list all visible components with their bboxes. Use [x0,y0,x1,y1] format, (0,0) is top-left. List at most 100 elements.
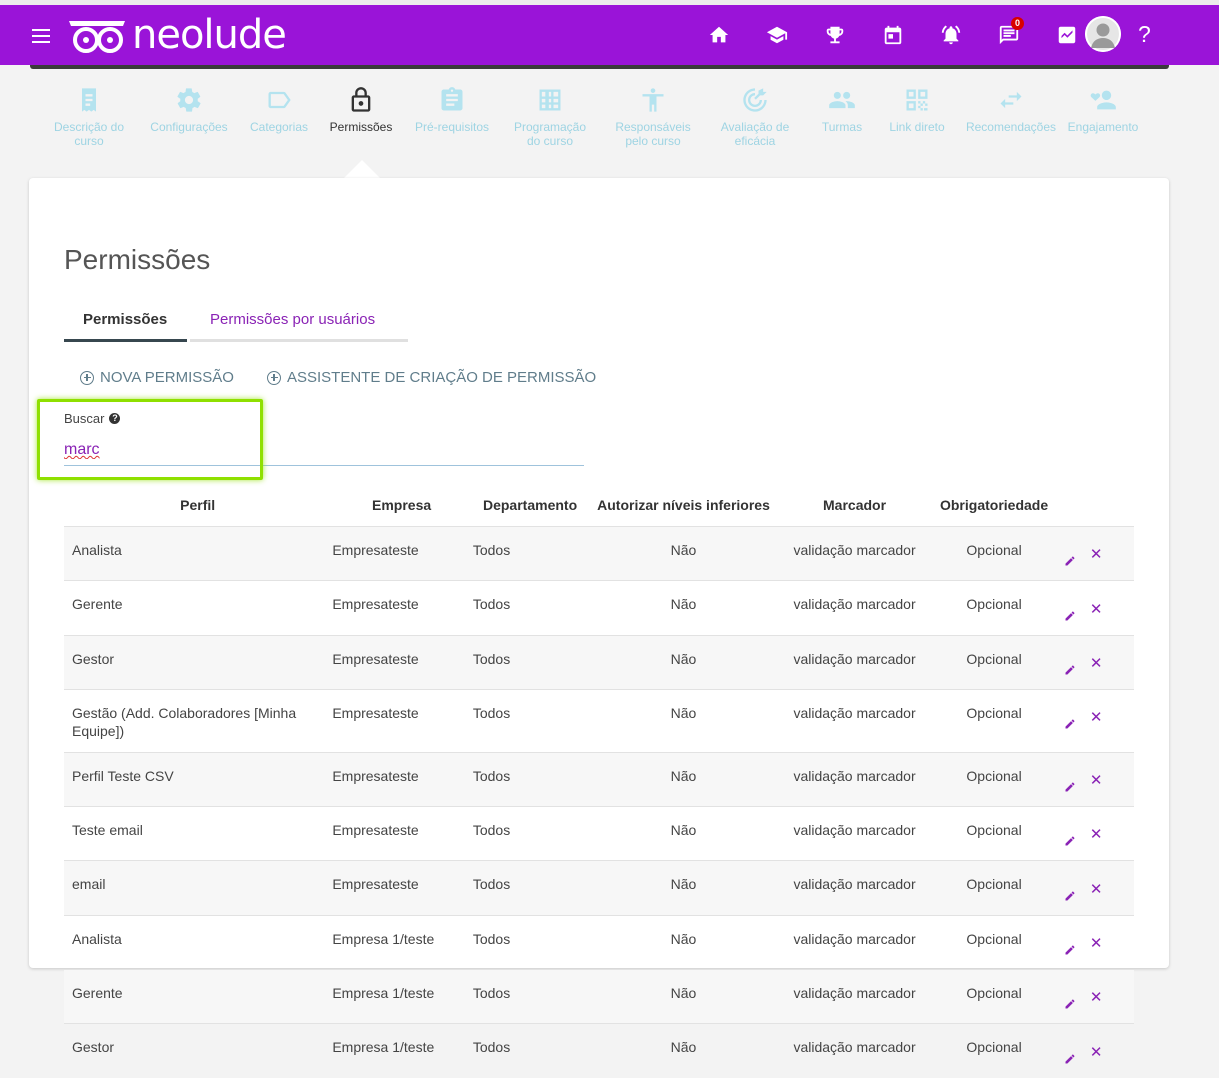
help-icon[interactable]: ? [1138,21,1151,48]
trophy-icon[interactable] [806,5,864,65]
step-categorias[interactable]: Categorias [246,86,312,134]
step-responsaveis[interactable]: Responsáveis pelo curso [610,86,696,148]
delete-x-icon[interactable]: ✕ [1090,651,1103,677]
menu-icon[interactable] [32,29,50,43]
cell-empresa: Empresateste [331,635,472,689]
edit-pencil-icon[interactable] [1064,884,1076,901]
cell-text: Analista [72,930,122,947]
cell-text: Gestão (Add. Colaboradores [Minha Equipe… [72,704,297,739]
column-header-departamento[interactable]: Departamento [472,484,588,527]
edit-pencil-icon[interactable] [1064,1047,1076,1064]
step-label: Descrição do curso [53,120,125,148]
permission-wizard-button[interactable]: ASSISTENTE DE CRIAÇÃO DE PERMISSÃO [267,369,596,386]
qr-icon [906,89,928,111]
step-engajamento[interactable]: Engajamento [1066,86,1140,134]
step-turmas[interactable]: Turmas [816,86,868,134]
table-row: Analista Empresateste Todos Não validaçã… [64,526,1134,581]
cell-text: validação marcador [793,822,916,839]
neolude-logo[interactable]: neolude [66,12,287,58]
column-header-perfil[interactable]: Perfil [64,484,331,527]
delete-x-icon[interactable]: ✕ [1090,985,1103,1011]
cell-text: validação marcador [793,767,916,784]
delete-x-icon[interactable]: ✕ [1090,931,1103,957]
edit-pencil-icon[interactable] [1064,549,1076,566]
column-header-obrigatoriedade[interactable]: Obrigatoriedade [930,484,1058,527]
edit-pencil-icon[interactable] [1064,712,1076,729]
cell-actions: ✕ [1058,752,1134,806]
delete-x-icon[interactable]: ✕ [1090,1040,1103,1066]
delete-x-icon[interactable]: ✕ [1090,597,1103,623]
calendar-icon[interactable] [864,5,922,65]
cell-text: Opcional [966,542,1022,558]
step-recomendacoes[interactable]: Recomendações [964,86,1058,134]
cell-text: Não [670,876,697,893]
edit-pencil-icon[interactable] [1064,938,1076,955]
step-label: Link direto [889,120,945,134]
cell-text: Todos [472,650,511,667]
edit-pencil-icon[interactable] [1064,658,1076,675]
cell-text: Todos [472,930,511,947]
step-pre-requisitos[interactable]: Pré-requisitos [412,86,492,134]
table-row: Gestor Empresa 1/teste Todos Não validaç… [64,1023,1134,1078]
delete-x-icon[interactable]: ✕ [1090,768,1103,794]
cell-empresa: Empresateste [331,689,472,752]
table-row: Analista Empresa 1/teste Todos Não valid… [64,915,1134,969]
delete-x-icon[interactable]: ✕ [1090,705,1103,731]
course-steps-bar: Descrição do curso Configurações Categor… [50,86,1150,166]
cell-empresa: Empresateste [331,581,472,635]
cell-obrigatoriedade: Opcional [930,807,1058,861]
user-avatar[interactable] [1085,16,1121,52]
table-row: Gestão (Add. Colaboradores [Minha Equipe… [64,689,1134,752]
column-header-marcador[interactable]: Marcador [779,484,931,527]
cell-obrigatoriedade: Opcional [930,689,1058,752]
edit-pencil-icon[interactable] [1064,992,1076,1009]
step-permissoes[interactable]: Permissões [326,86,396,134]
home-icon[interactable] [690,5,748,65]
table-row: Teste email Empresateste Todos Não valid… [64,806,1134,861]
cell-text: Empresateste [332,822,419,839]
step-label: Pré-requisitos [414,120,490,134]
graduation-cap-icon[interactable] [748,5,806,65]
step-programacao[interactable]: Programação do curso [508,86,592,148]
cell-departamento: Todos [472,915,588,969]
cell-text: Não [670,650,697,667]
logo-text: neolude [132,12,287,58]
cell-text: Todos [472,822,511,839]
step-link-direto[interactable]: Link direto [884,86,950,134]
cell-actions: ✕ [1058,527,1134,581]
cell-text: Todos [472,596,511,613]
cell-autorizar: Não [588,689,778,752]
cell-text: Todos [472,542,511,558]
column-header-autorizar[interactable]: Autorizar níveis inferiores [588,484,778,527]
edit-pencil-icon[interactable] [1064,829,1076,846]
cell-text: Empresa 1/teste [332,985,435,1002]
delete-x-icon[interactable]: ✕ [1090,822,1103,848]
search-input[interactable] [64,435,584,466]
step-configuracoes[interactable]: Configurações [146,86,232,134]
chat-icon[interactable]: 0 [980,5,1038,65]
edit-pencil-icon[interactable] [1064,775,1076,792]
cell-marcador: validação marcador [779,635,931,689]
bell-icon[interactable] [922,5,980,65]
step-label: Responsáveis pelo curso [615,120,691,148]
cell-obrigatoriedade: Opcional [930,581,1058,635]
cell-text: Empresateste [332,650,419,667]
step-avaliacao[interactable]: Avaliação de eficácia [714,86,796,148]
column-header-empresa[interactable]: Empresa [331,484,472,527]
tab-permissoes[interactable]: Permissões [83,311,167,328]
cell-text: validação marcador [793,985,916,1002]
delete-x-icon[interactable]: ✕ [1090,877,1103,903]
cell-obrigatoriedade: Opcional [930,752,1058,806]
cell-actions: ✕ [1058,861,1134,915]
tab-permissoes-por-usuarios[interactable]: Permissões por usuários [210,311,375,328]
new-permission-button[interactable]: NOVA PERMISSÃO [80,369,234,386]
cell-departamento: Todos [472,970,588,1024]
cell-perfil: Analista [64,915,331,969]
question-icon[interactable]: ? [109,413,121,424]
cell-autorizar: Não [588,915,778,969]
delete-x-icon[interactable]: ✕ [1090,542,1103,568]
cell-perfil: Gestor [64,635,331,689]
cell-empresa: Empresateste [331,861,472,915]
step-descricao[interactable]: Descrição do curso [50,86,128,148]
edit-pencil-icon[interactable] [1064,604,1076,621]
